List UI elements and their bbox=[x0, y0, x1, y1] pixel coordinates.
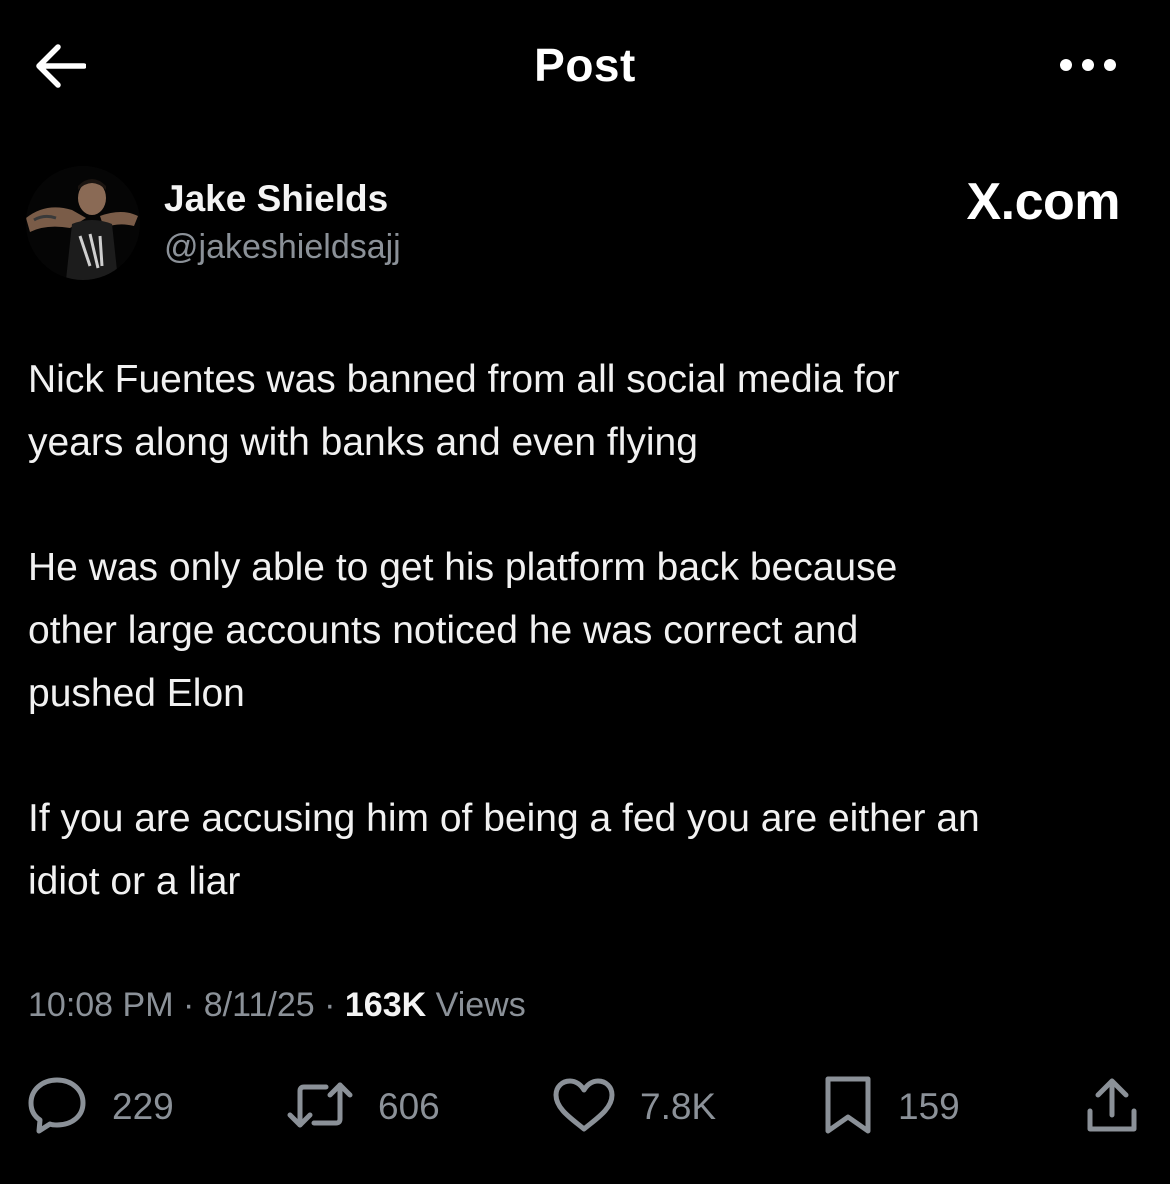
repost-icon bbox=[286, 1077, 354, 1138]
post-paragraph: Nick Fuentes was banned from all social … bbox=[28, 358, 900, 464]
author-handle[interactable]: @jakeshieldsajj bbox=[164, 228, 401, 267]
bookmark-count: 159 bbox=[898, 1086, 960, 1127]
post-text: Nick Fuentes was banned from all social … bbox=[28, 348, 1144, 975]
bookmark-button[interactable]: 159 bbox=[822, 1072, 960, 1142]
author-display-name[interactable]: Jake Shields bbox=[164, 178, 388, 220]
x-com-logo: X.com bbox=[966, 173, 1120, 231]
page-title: Post bbox=[534, 39, 636, 91]
views-label[interactable]: Views bbox=[436, 986, 526, 1024]
top-bar: Post bbox=[0, 0, 1170, 134]
more-horizontal-icon bbox=[1058, 57, 1118, 78]
post-time: 10:08 PM bbox=[28, 986, 174, 1024]
like-count: 7.8K bbox=[640, 1086, 717, 1127]
like-button[interactable]: 7.8K bbox=[552, 1072, 716, 1142]
share-button[interactable] bbox=[1084, 1072, 1140, 1142]
action-bar: 229 606 7.8K 159 bbox=[0, 1072, 1170, 1142]
repost-button[interactable]: 606 bbox=[286, 1072, 440, 1142]
post-meta: 10:08 PM · 8/11/25 · 163K Views bbox=[28, 986, 526, 1024]
post-paragraph: He was only able to get his platform bac… bbox=[28, 546, 898, 715]
reply-button[interactable]: 229 bbox=[26, 1072, 174, 1142]
bookmark-icon bbox=[822, 1075, 874, 1140]
share-icon bbox=[1084, 1075, 1140, 1140]
post-date: 8/11/25 bbox=[203, 986, 315, 1024]
heart-icon bbox=[552, 1077, 616, 1138]
repost-count: 606 bbox=[378, 1086, 440, 1127]
more-options-button[interactable] bbox=[1052, 50, 1124, 84]
reply-count: 229 bbox=[112, 1086, 174, 1127]
views-count[interactable]: 163K bbox=[345, 986, 426, 1024]
reply-icon bbox=[26, 1074, 88, 1141]
post-paragraph: If you are accusing him of being a fed y… bbox=[28, 797, 980, 903]
avatar[interactable] bbox=[26, 166, 140, 280]
